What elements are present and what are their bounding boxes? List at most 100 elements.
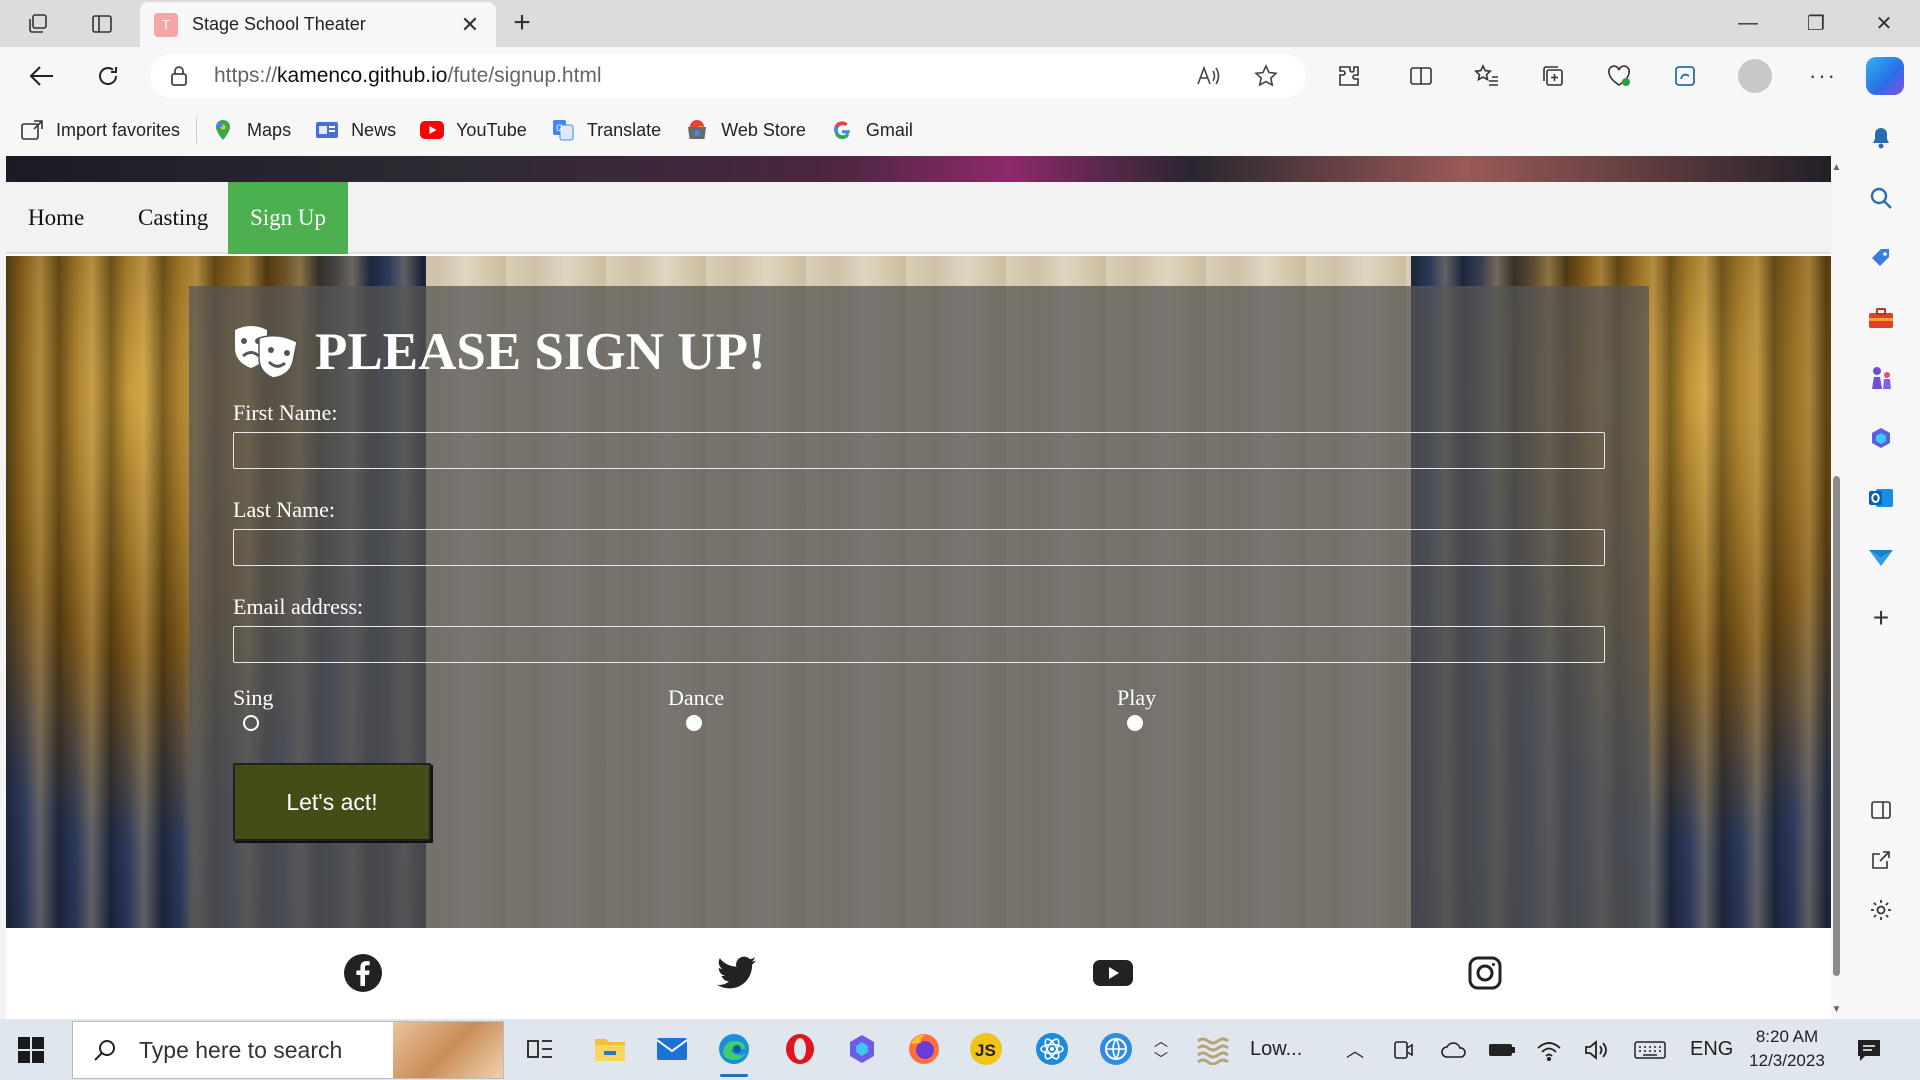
site-favicon-icon: T xyxy=(154,12,178,37)
instagram-icon[interactable] xyxy=(1464,952,1506,994)
favorite-star-icon[interactable] xyxy=(1254,54,1278,98)
search-icon xyxy=(93,1038,119,1062)
option-play: Play xyxy=(1117,685,1157,731)
first-name-field[interactable] xyxy=(233,432,1605,469)
notification-center-icon[interactable] xyxy=(1856,1019,1882,1080)
dance-radio[interactable] xyxy=(686,715,702,731)
lets-act-button[interactable]: Let's act! xyxy=(233,763,431,841)
games-chess-icon[interactable] xyxy=(1866,363,1896,393)
extensions-icon[interactable] xyxy=(1332,59,1366,93)
sidebar-panel-icon[interactable] xyxy=(1866,795,1896,825)
language-indicator[interactable]: ENG xyxy=(1690,1019,1733,1080)
page-scrollbar[interactable]: ▲ ▼ xyxy=(1831,156,1842,1019)
settings-gear-icon[interactable] xyxy=(1866,895,1896,925)
browser-tab-bar: T Stage School Theater ✕ + — ❐ ✕ xyxy=(0,0,1920,47)
google-icon xyxy=(830,119,854,141)
bookmark-translate[interactable]: G Translate xyxy=(551,119,661,141)
play-radio[interactable] xyxy=(1127,715,1143,731)
back-icon[interactable] xyxy=(24,59,60,93)
workspaces-icon[interactable] xyxy=(22,8,54,40)
option-play-label: Play xyxy=(1117,685,1157,710)
bookmark-web-store[interactable]: Web Store xyxy=(685,119,806,141)
bookmark-news[interactable]: News xyxy=(315,119,396,141)
tab-stage-school-theater[interactable]: T Stage School Theater ✕ xyxy=(140,2,496,47)
copilot-icon[interactable] xyxy=(1866,57,1904,95)
close-tab-icon[interactable]: ✕ xyxy=(458,12,482,38)
volume-icon[interactable] xyxy=(1584,1019,1610,1080)
taskbar-scroll-icon[interactable]: ︿ ﹀ xyxy=(1154,1019,1168,1080)
mail-icon[interactable] xyxy=(652,1029,692,1069)
meet-now-icon[interactable] xyxy=(1392,1019,1414,1080)
split-screen-icon[interactable] xyxy=(1404,59,1438,93)
tools-briefcase-icon[interactable] xyxy=(1866,303,1896,333)
outlook-icon[interactable] xyxy=(1866,483,1896,513)
react-icon[interactable] xyxy=(1032,1029,1072,1069)
javascript-icon[interactable]: JS xyxy=(966,1029,1006,1069)
show-hidden-icons-icon[interactable]: ︿ xyxy=(1346,1019,1364,1080)
onedrive-icon[interactable] xyxy=(1440,1019,1468,1080)
bookmark-youtube[interactable]: YouTube xyxy=(420,119,527,141)
battery-icon[interactable] xyxy=(1488,1019,1516,1080)
task-view-icon[interactable] xyxy=(520,1029,560,1069)
scrollbar-thumb[interactable] xyxy=(1833,476,1840,976)
edge-drop-icon[interactable] xyxy=(1668,59,1702,93)
facebook-icon[interactable] xyxy=(342,952,384,994)
lock-icon[interactable] xyxy=(170,65,194,87)
option-sing: Sing xyxy=(233,685,273,731)
edge-browser-icon[interactable] xyxy=(714,1029,754,1077)
bookmark-label: YouTube xyxy=(456,119,527,140)
tab-actions-icon[interactable] xyxy=(86,8,118,40)
url-domain: kamenco.github.io xyxy=(277,64,448,87)
opera-icon[interactable] xyxy=(780,1029,820,1069)
send-icon[interactable] xyxy=(1866,543,1896,573)
shopping-tag-icon[interactable] xyxy=(1866,243,1896,273)
tab-title: Stage School Theater xyxy=(192,14,366,34)
refresh-icon[interactable] xyxy=(90,59,126,93)
last-name-field[interactable] xyxy=(233,529,1605,566)
bookmark-maps[interactable]: Maps xyxy=(211,119,291,141)
scroll-down-icon[interactable]: ▼ xyxy=(1831,1004,1842,1015)
email-field[interactable] xyxy=(233,626,1605,663)
favorites-icon[interactable] xyxy=(1470,59,1504,93)
new-tab-icon[interactable]: + xyxy=(506,6,538,40)
bookmark-import-favorites[interactable]: Import favorites xyxy=(20,119,180,141)
open-external-icon[interactable] xyxy=(1866,845,1896,875)
wifi-icon[interactable] xyxy=(1536,1019,1562,1080)
weather-widget[interactable]: Low... xyxy=(1196,1019,1302,1080)
minimize-icon[interactable]: — xyxy=(1716,4,1780,42)
scroll-up-icon[interactable]: ▲ xyxy=(1831,162,1842,173)
taskbar-search[interactable]: Type here to search xyxy=(72,1021,504,1079)
bookmark-separator xyxy=(196,117,198,143)
theater-masks-icon xyxy=(233,324,301,380)
globe-app-icon[interactable] xyxy=(1096,1029,1136,1069)
browser-essentials-icon[interactable] xyxy=(1602,59,1636,93)
taskbar-clock[interactable]: 8:20 AM 12/3/2023 xyxy=(1732,1025,1842,1073)
restore-icon[interactable]: ❐ xyxy=(1784,4,1848,42)
file-explorer-icon[interactable] xyxy=(590,1029,630,1069)
webstore-icon xyxy=(685,119,709,141)
profile-avatar[interactable] xyxy=(1738,59,1772,93)
copilot-app-icon[interactable] xyxy=(842,1029,882,1069)
option-dance: Dance xyxy=(668,685,724,731)
sing-radio[interactable] xyxy=(243,715,259,731)
site-nav: Home Casting Sign Up xyxy=(6,182,1831,254)
windows-start-icon[interactable] xyxy=(18,1037,44,1063)
twitter-icon[interactable] xyxy=(716,952,758,994)
more-options-icon[interactable]: ··· xyxy=(1806,59,1840,93)
read-aloud-icon[interactable] xyxy=(1196,54,1222,98)
firefox-icon[interactable] xyxy=(904,1029,944,1069)
bookmark-gmail[interactable]: Gmail xyxy=(830,119,913,141)
nav-home[interactable]: Home xyxy=(6,182,106,254)
search-icon[interactable] xyxy=(1866,183,1896,213)
keyboard-icon[interactable] xyxy=(1634,1019,1666,1080)
bookmark-label: News xyxy=(351,119,397,140)
microsoft365-icon[interactable] xyxy=(1866,423,1896,453)
collections-icon[interactable] xyxy=(1536,59,1570,93)
add-sidebar-app-icon[interactable]: + xyxy=(1866,602,1896,633)
notifications-bell-icon[interactable] xyxy=(1866,123,1896,153)
nav-signup[interactable]: Sign Up xyxy=(228,182,349,254)
close-window-icon[interactable]: ✕ xyxy=(1852,4,1916,42)
nav-casting[interactable]: Casting xyxy=(116,182,230,254)
youtube-icon[interactable] xyxy=(1092,952,1134,994)
url-bar[interactable]: https://kamenco.github.io/fute/signup.ht… xyxy=(150,54,1306,98)
